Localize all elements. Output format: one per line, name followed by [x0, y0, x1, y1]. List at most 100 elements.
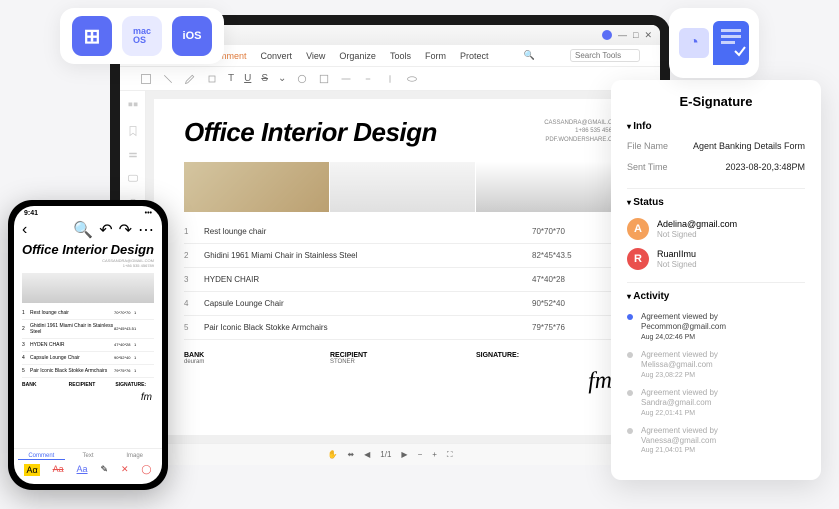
highlight-tool-icon[interactable]: Aα [24, 464, 39, 476]
table-row: 2Ghidini 1961 Miami Chair in Stainless S… [184, 244, 622, 268]
measure-icon[interactable] [340, 73, 352, 85]
ios-badge: iOS [172, 16, 212, 56]
macos-badge: mac OS [122, 16, 162, 56]
clock-icon: ◔ [679, 28, 709, 58]
items-table: 1Rest lounge chair70*70*7012Ghidini 1961… [184, 220, 622, 340]
caret-icon[interactable]: ⌄ [278, 73, 286, 84]
phone-table: 1Rest lounge chair70*70*7012Ghidini 1961… [14, 307, 162, 378]
zoom-out-icon[interactable]: − [418, 450, 423, 459]
panel-title: E-Signature [627, 94, 805, 109]
table-row: 1Rest lounge chair70*70*701 [22, 307, 154, 320]
table-row: 5Pair Iconic Black Stokke Armchairs79*75… [22, 365, 154, 378]
zoom-in-icon[interactable]: + [432, 450, 437, 459]
table-row: 4Capsule Lounge Chair90*52*401 [184, 292, 622, 316]
fullscreen-icon[interactable]: ⛶ [447, 450, 453, 460]
attach-icon[interactable] [384, 73, 396, 85]
shape-tool-icon[interactable]: ◯ [141, 464, 151, 476]
back-icon[interactable]: ‹ [22, 221, 27, 239]
table-row: 5Pair Iconic Black Stokke Armchairs79*75… [184, 316, 622, 340]
shape-icon[interactable] [296, 73, 308, 85]
document: Office Interior Design CASSANDRA@GMAIL.C… [154, 99, 652, 435]
menu-organize[interactable]: Organize [339, 51, 376, 61]
window-minimize-icon[interactable]: — [618, 30, 627, 40]
layers-icon[interactable] [127, 149, 139, 161]
user-avatar-icon[interactable] [602, 30, 612, 40]
bookmarks-icon[interactable] [127, 125, 139, 137]
prev-page-icon[interactable]: ◀ [364, 450, 370, 459]
table-row: 2Ghidini 1961 Miami Chair in Stainless S… [22, 320, 154, 339]
os-badges: ⊞ mac OS iOS [60, 8, 224, 64]
avatar: R [627, 248, 649, 270]
page-indicator: 1/1 [380, 450, 391, 459]
strike-icon[interactable]: S [261, 73, 268, 84]
phone-photo [22, 273, 154, 303]
phone-doc-meta: CASSANDRA@GMAIL.COM1+86 535 456789 [14, 259, 162, 269]
eye-icon[interactable] [406, 73, 418, 85]
signature-mark: fm [588, 368, 613, 396]
menu-form[interactable]: Form [425, 51, 446, 61]
window-close-icon[interactable]: ✕ [644, 30, 652, 41]
hand-tool-icon[interactable]: ✋ [327, 450, 337, 459]
underline-tool-icon[interactable]: Aa [77, 464, 88, 476]
pencil-icon[interactable] [184, 73, 196, 85]
undo-icon[interactable]: ↶ [99, 220, 112, 240]
note-icon[interactable] [140, 73, 152, 85]
page-canvas: Office Interior Design CASSANDRA@GMAIL.C… [146, 91, 660, 443]
thumbnails-icon[interactable] [127, 101, 139, 113]
laptop-frame: ☰ — □ ✕ Home Edit Comment Convert View O… [110, 15, 670, 465]
menu-convert[interactable]: Convert [261, 51, 293, 61]
highlight-icon[interactable] [162, 73, 174, 85]
fit-width-icon[interactable]: ⬌ [347, 450, 354, 459]
activity-item: Agreement viewed byVanessa@gmail.comAug … [627, 422, 805, 460]
esignature-panel: E-Signature Info File NameAgent Banking … [611, 80, 821, 480]
senttime-value: 2023-08-20,3:48PM [687, 162, 805, 172]
signer-item: RRuanIImuNot Signed [627, 244, 805, 274]
desktop-app: ☰ — □ ✕ Home Edit Comment Convert View O… [120, 25, 660, 465]
avatar: A [627, 218, 649, 240]
comments-icon[interactable] [127, 173, 139, 185]
window-maximize-icon[interactable]: □ [633, 30, 638, 40]
activity-section-header[interactable]: Activity [627, 291, 805, 302]
table-row: 1Rest lounge chair70*70*701 [184, 220, 622, 244]
statusbar: ✋ ⬌ ◀ 1/1 ▶ − + ⛶ [120, 443, 660, 465]
filename-label: File Name [627, 141, 687, 151]
tab-comment[interactable]: Comment [18, 453, 65, 460]
search-icon[interactable]: 🔍 [73, 220, 93, 240]
next-page-icon[interactable]: ▶ [401, 450, 407, 459]
status-section-header[interactable]: Status [627, 197, 805, 208]
signature-row: BANKdeuram RECIPIENTSTONER SIGNATURE: [184, 352, 622, 365]
redo-icon[interactable]: ↷ [119, 220, 132, 240]
text-tool-icon[interactable]: T [228, 73, 234, 84]
more-icon[interactable]: ⋯ [138, 220, 154, 240]
link-icon[interactable] [362, 73, 374, 85]
document-check-icon [713, 21, 749, 65]
stamp-icon[interactable] [318, 73, 330, 85]
eraser-icon[interactable] [206, 73, 218, 85]
phone-frame: 9:41••• ‹ 🔍 ↶ ↷ ⋯ Office Interior Design… [8, 200, 168, 490]
table-row: 3HYDEN CHAIR47*40*281 [22, 339, 154, 352]
tab-image[interactable]: Image [111, 453, 158, 460]
info-section-header[interactable]: Info [627, 121, 805, 132]
phone-toolbar: ‹ 🔍 ↶ ↷ ⋯ [14, 220, 162, 240]
strike-tool-icon[interactable]: Aa [53, 464, 64, 476]
filename-value: Agent Banking Details Form [687, 141, 805, 151]
menu-tools[interactable]: Tools [390, 51, 411, 61]
senttime-label: Sent Time [627, 162, 687, 172]
mobile-app: 9:41••• ‹ 🔍 ↶ ↷ ⋯ Office Interior Design… [14, 206, 162, 484]
pen-tool-icon[interactable]: ✎ [100, 464, 108, 476]
table-row: 3HYDEN CHAIR47*40*281 [184, 268, 622, 292]
search-input[interactable] [570, 49, 640, 62]
erase-tool-icon[interactable]: ✕ [121, 464, 129, 476]
table-row: 4Capsule Lounge Chair90*52*401 [22, 352, 154, 365]
activity-item: Agreement viewed byMelissa@gmail.comAug … [627, 346, 805, 384]
phone-bottom-bar: Comment Text Image Aα Aa Aa ✎ ✕ ◯ [14, 448, 162, 484]
phone-doc-title: Office Interior Design [14, 240, 162, 259]
phone-sig-mark: fm [14, 392, 162, 403]
toolbar: T U S ⌄ [120, 67, 660, 91]
tab-text[interactable]: Text [65, 453, 112, 460]
signer-item: AAdelina@gmail.comNot Signed [627, 214, 805, 244]
activity-item: Agreement viewed bySandra@gmail.comAug 2… [627, 384, 805, 422]
menu-view[interactable]: View [306, 51, 325, 61]
underline-icon[interactable]: U [244, 73, 251, 84]
menu-protect[interactable]: Protect [460, 51, 489, 61]
